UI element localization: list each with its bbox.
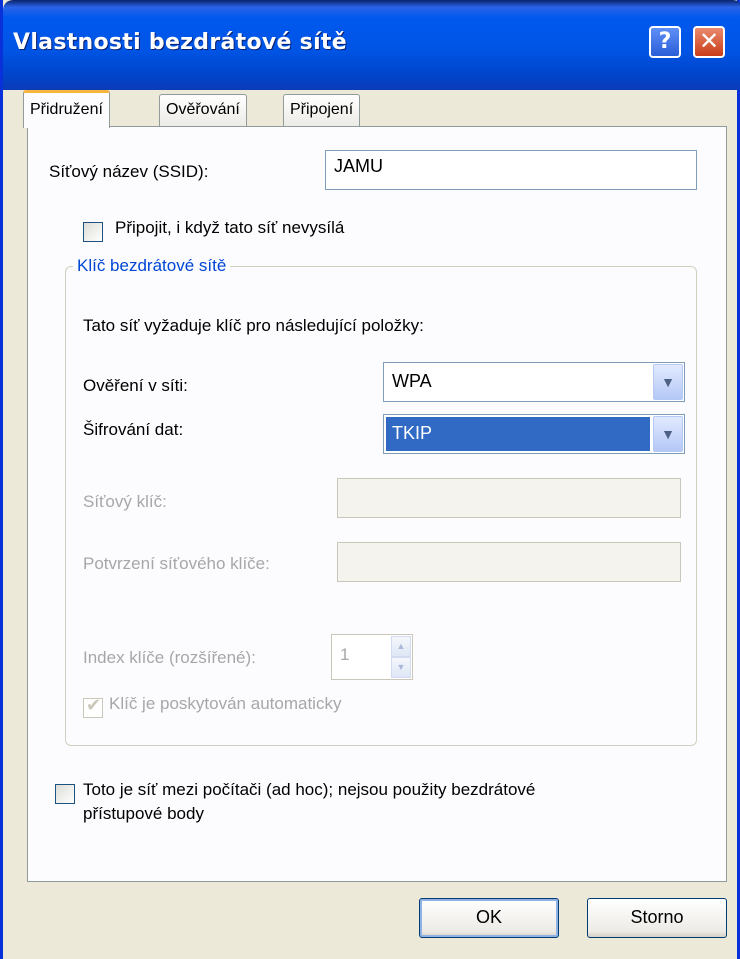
auto-key-checkbox[interactable]: ✔ (83, 695, 103, 718)
key-index-value: 1 (340, 645, 350, 664)
auth-select[interactable]: WPA ▼ (383, 362, 685, 402)
cancel-button[interactable]: Storno (587, 898, 727, 938)
ssid-input[interactable]: JAMU (325, 150, 697, 190)
wireless-key-group-title: Klíč bezdrátové sítě (73, 256, 231, 276)
tab-pridruzeni[interactable]: Přidružení (23, 90, 110, 128)
tab-pripojeni[interactable]: Připojení (283, 94, 361, 126)
title-bar[interactable]: Vlastnosti bezdrátové sítě ? ✕ (3, 0, 740, 90)
auto-key-label: Klíč je poskytován automaticky (109, 694, 342, 713)
auth-label: Ověření v síti: (83, 376, 188, 395)
tab-overovani[interactable]: Ověřování (159, 94, 247, 126)
help-button[interactable]: ? (649, 26, 681, 58)
connect-hidden-checkbox[interactable] (83, 222, 103, 242)
auth-select-value: WPA (392, 371, 432, 391)
close-button[interactable]: ✕ (693, 26, 725, 58)
adhoc-label-line1: Toto je síť mezi počítači (ad hoc); nejs… (83, 780, 536, 799)
window-title: Vlastnosti bezdrátové sítě (13, 30, 347, 55)
key-index-label: Index klíče (rozšířené): (83, 648, 256, 667)
chevron-up-icon[interactable]: ▲ (391, 636, 411, 657)
confirm-key-input[interactable] (337, 542, 681, 582)
adhoc-checkbox[interactable] (55, 784, 75, 804)
checkmark-icon: ✔ (86, 695, 102, 715)
chevron-down-icon[interactable]: ▼ (391, 657, 411, 678)
confirm-key-label: Potvrzení síťového klíče: (83, 554, 270, 573)
network-key-input[interactable] (337, 478, 681, 518)
connect-hidden-label: Připojit, i když tato síť nevysílá (115, 218, 345, 237)
adhoc-label-line2: přístupové body (83, 804, 204, 823)
encryption-label: Šifrování dat: (83, 420, 184, 439)
chevron-down-icon[interactable]: ▼ (653, 416, 683, 452)
network-key-label: Síťový klíč: (83, 492, 167, 511)
ok-button[interactable]: OK (419, 898, 559, 938)
chevron-down-icon[interactable]: ▼ (653, 364, 683, 400)
encryption-select[interactable]: TKIP ▼ (383, 414, 685, 454)
dialog-window: Vlastnosti bezdrátové sítě ? ✕ Přidružen… (0, 0, 740, 959)
ssid-label: Síťový název (SSID): (49, 162, 209, 181)
key-intro-text: Tato síť vyžaduje klíč pro následující p… (83, 316, 424, 335)
key-index-stepper[interactable]: 1 ▲ ▼ (331, 634, 413, 680)
encryption-select-value: TKIP (386, 417, 650, 451)
